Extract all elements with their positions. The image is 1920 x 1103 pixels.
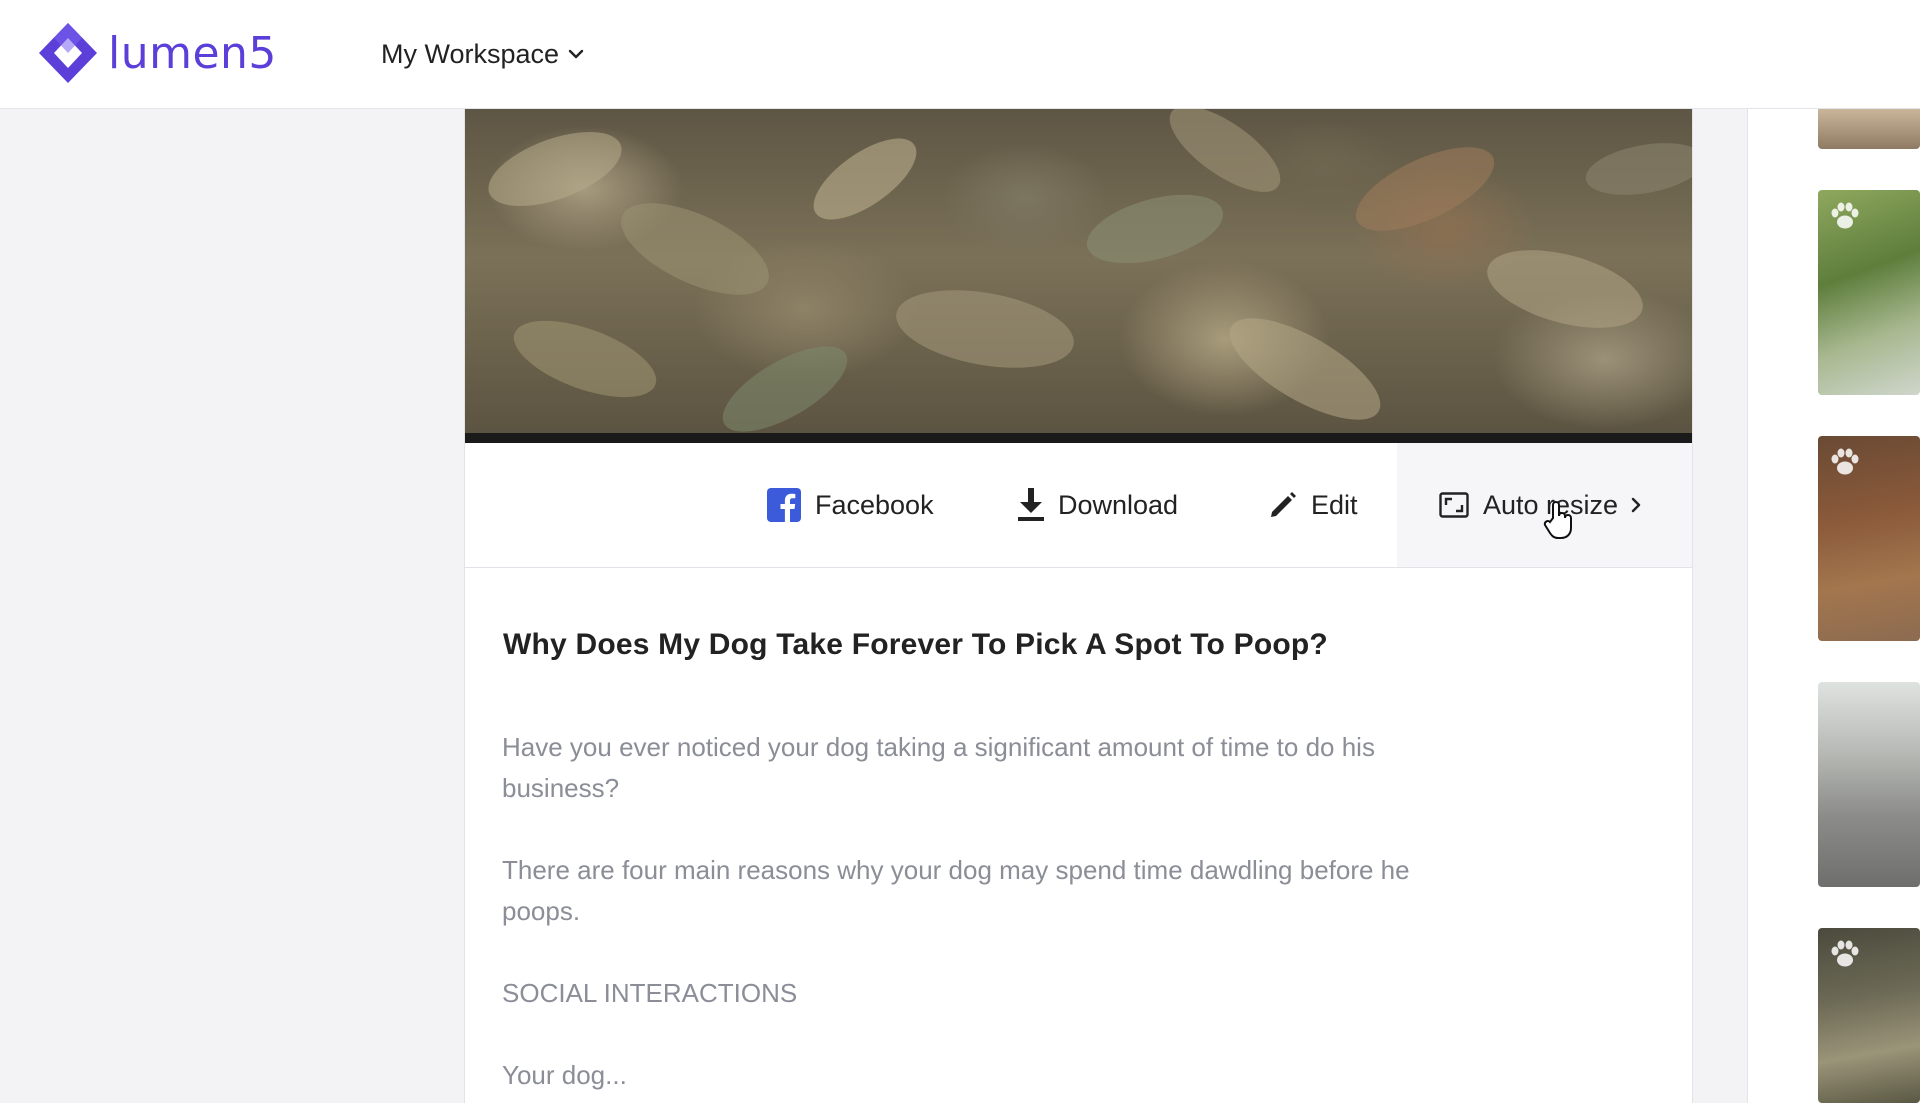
edit-button[interactable]: Edit bbox=[1269, 443, 1358, 567]
leaves-image bbox=[488, 109, 1692, 432]
right-gutter bbox=[1691, 109, 1747, 1103]
workspace-label: My Workspace bbox=[381, 38, 560, 69]
download-icon bbox=[1018, 488, 1044, 522]
media-thumbnail[interactable] bbox=[1818, 190, 1920, 395]
paw-icon bbox=[1831, 202, 1859, 229]
pencil-icon bbox=[1269, 491, 1297, 519]
resize-icon bbox=[1439, 492, 1469, 518]
download-label: Download bbox=[1058, 489, 1179, 520]
edit-label: Edit bbox=[1311, 489, 1358, 520]
logo-text: lumen5 bbox=[108, 27, 277, 79]
article-title: Why Does My Dog Take Forever To Pick A S… bbox=[503, 628, 1328, 661]
video-progress-bar bbox=[465, 433, 1692, 443]
media-thumbnail[interactable] bbox=[1818, 109, 1920, 149]
chevron-down-icon bbox=[568, 49, 584, 59]
media-thumbnail[interactable] bbox=[1818, 682, 1920, 887]
action-bar: Facebook Download Edit Auto resize bbox=[465, 443, 1692, 568]
download-button[interactable]: Download bbox=[1018, 443, 1178, 567]
video-card: Facebook Download Edit Auto resize Why D… bbox=[464, 109, 1693, 1103]
facebook-label: Facebook bbox=[815, 489, 934, 520]
article-paragraph: Have you ever noticed your dog taking a … bbox=[502, 732, 1375, 803]
hand-cursor-icon bbox=[1543, 501, 1572, 539]
left-background bbox=[0, 109, 464, 1103]
chevron-right-icon bbox=[1631, 497, 1641, 513]
facebook-icon bbox=[767, 488, 801, 522]
video-preview[interactable] bbox=[465, 109, 1692, 443]
media-thumbnail[interactable] bbox=[1818, 928, 1920, 1103]
article-paragraph: There are four main reasons why your dog… bbox=[502, 855, 1410, 926]
paw-icon bbox=[1831, 940, 1859, 967]
top-bar: lumen5 My Workspace bbox=[0, 0, 1920, 109]
article-section-heading: SOCIAL INTERACTIONS bbox=[502, 978, 798, 1008]
lumen5-logo[interactable]: lumen5 bbox=[36, 20, 277, 86]
article-paragraph: Your dog... bbox=[502, 1060, 627, 1090]
facebook-button[interactable]: Facebook bbox=[767, 443, 934, 567]
lumen5-logo-icon bbox=[39, 23, 97, 83]
workspace-dropdown[interactable]: My Workspace bbox=[381, 34, 585, 74]
media-thumbnail[interactable] bbox=[1818, 436, 1920, 641]
paw-icon bbox=[1831, 448, 1859, 475]
